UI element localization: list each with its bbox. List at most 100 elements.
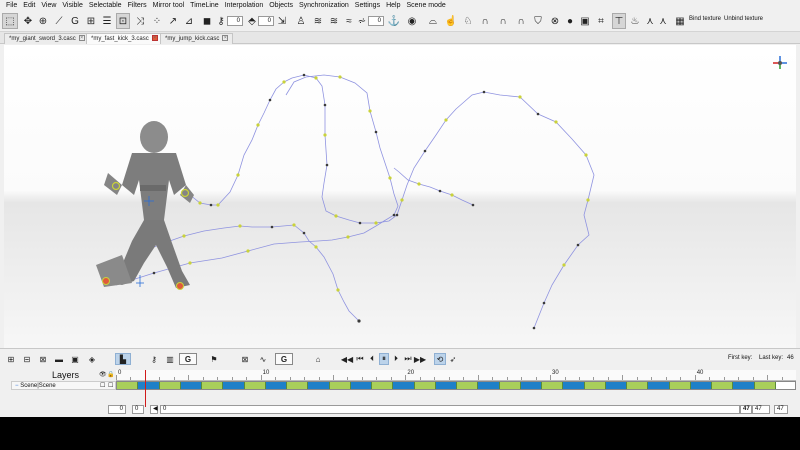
g-mode-icon[interactable]: G: [68, 13, 82, 29]
keyframe-marker[interactable]: [536, 112, 540, 116]
close-icon[interactable]: ×: [222, 35, 229, 42]
frame-start-field[interactable]: 0: [108, 405, 126, 414]
keyframe-marker[interactable]: [323, 103, 327, 107]
range-end-value[interactable]: 47: [740, 405, 752, 414]
keyframe-marker[interactable]: [357, 319, 361, 323]
axis-gizmo-icon[interactable]: [772, 55, 788, 71]
key-segment[interactable]: [775, 382, 795, 389]
key-segment[interactable]: [138, 382, 160, 389]
rotate-icon[interactable]: ⊕: [36, 13, 50, 29]
key-segment[interactable]: [372, 382, 394, 389]
key-segment[interactable]: [265, 382, 287, 389]
value-field-a[interactable]: 0: [227, 16, 243, 26]
key-segment[interactable]: [350, 382, 372, 389]
key-segment[interactable]: [117, 382, 139, 389]
menu-visible[interactable]: Visible: [59, 0, 86, 11]
key-segment[interactable]: [542, 382, 564, 389]
keyframe-marker[interactable]: [358, 221, 362, 225]
camera-icon[interactable]: ▣: [578, 13, 592, 29]
key-segment[interactable]: [584, 382, 606, 389]
menu-file[interactable]: File: [3, 0, 20, 11]
playhead[interactable]: [144, 370, 146, 407]
layers-icon[interactable]: ☰: [100, 13, 114, 29]
key-segment[interactable]: [180, 382, 202, 389]
step-forward-icon[interactable]: ⏭: [403, 353, 413, 365]
keyframe-track[interactable]: [116, 381, 796, 390]
keyframe-marker[interactable]: [554, 120, 558, 124]
focus-icon[interactable]: ⌗: [594, 13, 608, 29]
fan-icon[interactable]: ⋏: [658, 13, 668, 29]
range-slider[interactable]: 0: [160, 405, 740, 414]
keyframe-marker[interactable]: [374, 221, 378, 225]
motion-curves[interactable]: [4, 45, 796, 348]
axis-icon[interactable]: ⟋: [52, 13, 66, 29]
layer-dup-icon[interactable]: ⊟: [21, 353, 33, 365]
keyframe-marker[interactable]: [482, 90, 486, 94]
snap-keys-icon[interactable]: ⊠: [238, 353, 252, 365]
menu-synchronization[interactable]: Synchronization: [296, 0, 352, 11]
keyframe-marker[interactable]: [314, 76, 318, 80]
keyframe-marker[interactable]: [400, 198, 404, 202]
keyframe-marker[interactable]: [576, 243, 580, 247]
key-segment[interactable]: [202, 382, 224, 389]
target-icon[interactable]: ⊗: [548, 13, 562, 29]
hand-icon[interactable]: ☝: [444, 13, 458, 29]
close-icon[interactable]: ×: [78, 35, 85, 42]
keyframe-marker[interactable]: [152, 271, 156, 275]
foot-icon[interactable]: ♘: [461, 13, 475, 29]
keyframe-marker[interactable]: [268, 98, 272, 102]
leg-icon[interactable]: ∩: [478, 13, 492, 29]
keyframe-marker[interactable]: [338, 75, 342, 79]
key-segment[interactable]: [627, 382, 649, 389]
lock-icon[interactable]: 🔒: [107, 371, 114, 378]
rewind-icon[interactable]: ◀◀: [341, 353, 353, 365]
key-segment[interactable]: [287, 382, 309, 389]
g-dropdown-2[interactable]: G: [275, 353, 293, 365]
keyframe-marker[interactable]: [198, 201, 202, 205]
key-segment[interactable]: [520, 382, 542, 389]
step-back-icon[interactable]: ⏮: [355, 353, 365, 365]
keyframe-marker[interactable]: [182, 234, 186, 238]
menu-mirror-tool[interactable]: Mirror tool: [150, 0, 188, 11]
keyframe-marker[interactable]: [302, 231, 306, 235]
spine-icon[interactable]: ⩫: [356, 13, 368, 29]
keyframe-marker[interactable]: [346, 235, 350, 239]
visibility-icon[interactable]: 👁: [99, 371, 107, 378]
warp-icon[interactable]: ⤨: [133, 13, 147, 29]
menu-settings[interactable]: Settings: [352, 0, 383, 11]
keyframe-marker[interactable]: [238, 224, 242, 228]
keyframe-marker[interactable]: [532, 326, 536, 330]
keyframe-marker[interactable]: [518, 95, 522, 99]
unbind-texture-button[interactable]: Unbind texture: [724, 16, 763, 22]
keyframe-marker[interactable]: [562, 263, 566, 267]
timeline-ruler[interactable]: 0 10 20 30 40: [116, 370, 796, 381]
frame-icon[interactable]: ⊡: [116, 13, 130, 29]
archive-icon[interactable]: ◈: [86, 353, 98, 365]
character-model[interactable]: [96, 121, 194, 290]
layer-lock-checkbox[interactable]: ☐: [108, 382, 113, 390]
expand-icon[interactable]: −: [15, 383, 19, 389]
cube-lock-icon[interactable]: ⚷: [216, 13, 226, 29]
keyframe-marker[interactable]: [471, 203, 475, 207]
keyframe-marker[interactable]: [256, 123, 260, 127]
anchor-icon[interactable]: ⚓: [388, 13, 400, 29]
keyframe-marker[interactable]: [450, 193, 454, 197]
path-icon[interactable]: ↗: [166, 13, 180, 29]
tab-jump-kick[interactable]: *my_jump_kick.casc ×: [160, 33, 234, 44]
range-end-field[interactable]: 47: [752, 405, 770, 414]
keyframe-marker[interactable]: [542, 301, 546, 305]
keyframe-marker[interactable]: [270, 225, 274, 229]
3d-viewport[interactable]: [4, 45, 796, 348]
value-field-b[interactable]: 0: [258, 16, 274, 26]
keyframe-marker[interactable]: [302, 73, 306, 77]
arm-icon[interactable]: ∩: [496, 13, 510, 29]
scale-icon[interactable]: ⇲: [276, 13, 288, 29]
head-icon[interactable]: ⌓: [426, 13, 440, 29]
clapper-icon[interactable]: ▙: [115, 353, 131, 365]
joint-icon[interactable]: ≋: [312, 13, 324, 29]
record-icon[interactable]: ●: [564, 13, 576, 29]
loop-icon[interactable]: ⟲: [434, 353, 446, 365]
bind-texture-button[interactable]: Bind texture: [689, 16, 721, 22]
light-icon[interactable]: ⊤: [612, 13, 626, 29]
keyframe-marker[interactable]: [246, 249, 250, 253]
